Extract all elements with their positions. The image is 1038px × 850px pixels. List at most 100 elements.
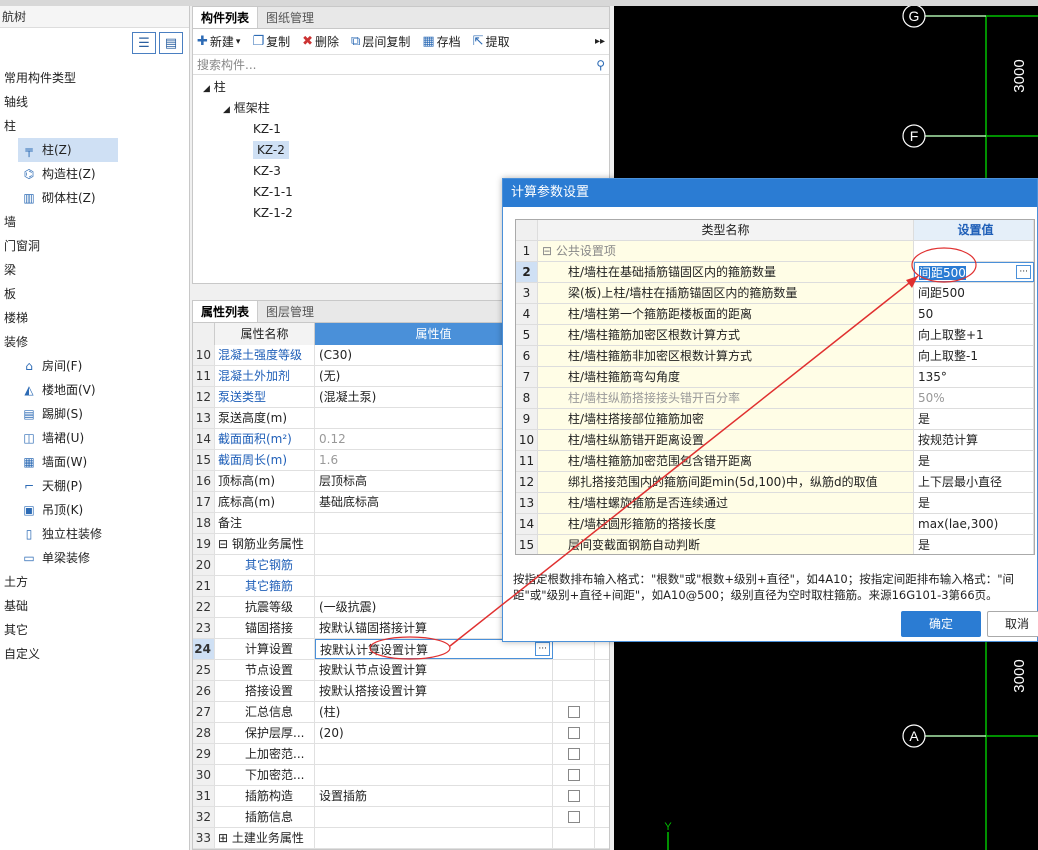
nav-category[interactable]: 轴线	[0, 90, 189, 114]
detail-view-icon[interactable]: ▤	[159, 32, 183, 54]
nav-item[interactable]: ▭ 单梁装修	[0, 546, 189, 570]
attach-checkbox[interactable]	[567, 706, 580, 718]
nav-item[interactable]: ▯ 独立柱装修	[0, 522, 189, 546]
property-value[interactable]: 设置插筋	[315, 786, 553, 806]
property-value[interactable]	[315, 744, 553, 764]
tree-item[interactable]: KZ-2	[193, 140, 609, 161]
setting-row[interactable]: 10 柱/墙柱纵筋错开距离设置 按规范计算	[516, 430, 1034, 451]
setting-value[interactable]: 是	[914, 535, 1034, 554]
setting-value[interactable]: 50	[914, 304, 1034, 324]
setting-row[interactable]: 11 柱/墙柱箍筋加密范围包含错开距离是	[516, 451, 1034, 472]
new-button[interactable]: ✚ 新建 ▾	[197, 33, 240, 50]
setting-value[interactable]: 上下层最小直径	[914, 472, 1034, 492]
nav-item[interactable]: ╤ 柱(Z)	[18, 138, 118, 162]
nav-item[interactable]: ▦ 墙面(W)	[0, 450, 189, 474]
setting-row[interactable]: 3 梁(板)上柱/墙柱在插筋锚固区内的箍筋数量 间距500	[516, 283, 1034, 304]
setting-value[interactable]: 135°	[914, 367, 1034, 387]
setting-row[interactable]: 14 柱/墙柱圆形箍筋的搭接长度 max(lae,300)	[516, 514, 1034, 535]
collapse-icon[interactable]: ◢	[203, 84, 210, 94]
attach-checkbox[interactable]	[567, 790, 580, 802]
nav-item[interactable]: ⌐ 天棚(P)	[0, 474, 189, 498]
floor-copy-button[interactable]: ⧉ 层间复制	[351, 33, 410, 50]
tree-group[interactable]: ◢ 框架柱	[193, 98, 609, 119]
property-row[interactable]: 30 下加密范...	[193, 765, 609, 786]
delete-button[interactable]: ✖ 删除	[302, 33, 339, 50]
property-row[interactable]: 26 搭接设置 按默认搭接设置计算	[193, 681, 609, 702]
setting-row[interactable]: 13 柱/墙柱螺旋箍筋是否连续通过是	[516, 493, 1034, 514]
nav-item[interactable]: ◭ 楼地面(V)	[0, 378, 189, 402]
property-row[interactable]: 33 ⊞ 土建业务属性	[193, 828, 609, 849]
setting-row[interactable]: 8 柱/墙柱纵筋搭接接头错开百分率 50%	[516, 388, 1034, 409]
collapse-icon[interactable]: ◢	[223, 105, 230, 115]
property-value[interactable]: 按默认节点设置计算	[315, 660, 553, 680]
attach-checkbox[interactable]	[567, 727, 580, 739]
setting-value[interactable]: 间距500 ···	[914, 262, 1034, 282]
nav-category[interactable]: 梁	[0, 258, 189, 282]
nav-category[interactable]: 门窗洞	[0, 234, 189, 258]
nav-item[interactable]: ⌬ 构造柱(Z)	[0, 162, 189, 186]
nav-category[interactable]: 基础	[0, 594, 189, 618]
nav-category[interactable]: 板	[0, 282, 189, 306]
nav-category[interactable]: 其它	[0, 618, 189, 642]
nav-category[interactable]: 装修	[0, 330, 189, 354]
setting-row[interactable]: 12 绑扎搭接范围内的箍筋间距min(5d,100)中，纵筋d的取值 上下层最小直径	[516, 472, 1034, 493]
setting-row[interactable]: 4 柱/墙柱第一个箍筋距楼板面的距离 50	[516, 304, 1034, 325]
attach-checkbox[interactable]	[567, 769, 580, 781]
property-value[interactable]: 按默认计算设置计算 ···	[315, 639, 553, 659]
property-row[interactable]: 25 节点设置 按默认节点设置计算	[193, 660, 609, 681]
property-value[interactable]	[315, 807, 553, 827]
tree-root[interactable]: ◢ 柱	[193, 77, 609, 98]
search-icon[interactable]: ⚲	[596, 58, 605, 72]
property-row[interactable]: 32 插筋信息	[193, 807, 609, 828]
property-row[interactable]: 28 保护层厚... (20)	[193, 723, 609, 744]
setting-value[interactable]: 向上取整-1	[914, 346, 1034, 366]
copy-button[interactable]: ❐ 复制	[252, 33, 290, 50]
property-row[interactable]: 27 汇总信息 (柱)	[193, 702, 609, 723]
setting-row[interactable]: 2 柱/墙柱在基础插筋锚固区内的箍筋数量 间距500 ···	[516, 262, 1034, 283]
setting-row[interactable]: 6 柱/墙柱箍筋非加密区根数计算方式 向上取整-1	[516, 346, 1034, 367]
property-value[interactable]	[315, 828, 553, 848]
nav-item[interactable]: ▥ 砌体柱(Z)	[0, 186, 189, 210]
property-row[interactable]: 29 上加密范...	[193, 744, 609, 765]
setting-row[interactable]: 9 柱/墙柱搭接部位箍筋加密是	[516, 409, 1034, 430]
nav-item[interactable]: ◫ 墙裙(U)	[0, 426, 189, 450]
tab-property-list[interactable]: 属性列表	[193, 301, 259, 322]
list-view-icon[interactable]: ☰	[132, 32, 156, 54]
property-row[interactable]: 31 插筋构造 设置插筋	[193, 786, 609, 807]
property-value[interactable]: (柱)	[315, 702, 553, 722]
extract-button[interactable]: ⇱ 提取	[473, 33, 510, 50]
nav-category[interactable]: 土方	[0, 570, 189, 594]
search-input[interactable]: 搜索构件...	[197, 56, 256, 73]
setting-value[interactable]: 间距500	[914, 283, 1034, 303]
attach-checkbox[interactable]	[567, 748, 580, 760]
setting-row[interactable]: 7 柱/墙柱箍筋弯勾角度 135°	[516, 367, 1034, 388]
property-value[interactable]: (20)	[315, 723, 553, 743]
nav-category[interactable]: 柱	[0, 114, 189, 138]
nav-category[interactable]: 墙	[0, 210, 189, 234]
ok-button[interactable]: 确定	[901, 611, 981, 637]
property-value[interactable]	[315, 765, 553, 785]
setting-value[interactable]	[914, 241, 1034, 261]
setting-row[interactable]: 15 层间变截面钢筋自动判断是	[516, 535, 1034, 554]
attach-checkbox[interactable]	[567, 811, 580, 823]
nav-item[interactable]: ▤ 踢脚(S)	[0, 402, 189, 426]
setting-value[interactable]: 是	[914, 493, 1034, 513]
setting-row[interactable]: 5 柱/墙柱箍筋加密区根数计算方式 向上取整+1	[516, 325, 1034, 346]
setting-value[interactable]: max(lae,300)	[914, 514, 1034, 534]
nav-category[interactable]: 自定义	[0, 642, 189, 666]
property-value[interactable]: 按默认搭接设置计算	[315, 681, 553, 701]
nav-category[interactable]: 常用构件类型	[0, 66, 189, 90]
nav-item[interactable]: ⌂ 房间(F)	[0, 354, 189, 378]
more-icon[interactable]: ▸▸	[595, 36, 605, 47]
setting-value[interactable]: 向上取整+1	[914, 325, 1034, 345]
setting-value[interactable]: 是	[914, 451, 1034, 471]
ellipsis-button[interactable]: ···	[535, 642, 550, 656]
tab-drawing-manage[interactable]: 图纸管理	[258, 7, 322, 28]
setting-value[interactable]: 是	[914, 409, 1034, 429]
tree-item[interactable]: KZ-1	[193, 119, 609, 140]
component-search[interactable]: 搜索构件... ⚲	[193, 55, 609, 75]
ellipsis-button[interactable]: ···	[1016, 265, 1031, 279]
setting-value[interactable]: 按规范计算	[914, 430, 1034, 450]
property-row[interactable]: 24 计算设置 按默认计算设置计算 ···	[193, 639, 609, 660]
tab-layer-manage[interactable]: 图层管理	[258, 301, 322, 322]
